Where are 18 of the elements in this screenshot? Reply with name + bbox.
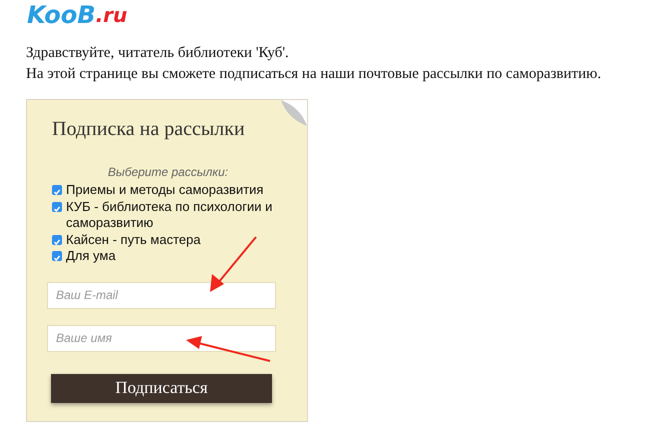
page-curl-icon [281,100,307,126]
checkbox[interactable] [52,234,62,244]
intro-text: Здравствуйте, читатель библиотеки 'Куб'. [26,44,290,63]
option-label: Для ума [66,248,116,264]
subscribe-button[interactable]: Подписаться [51,374,272,402]
option-label: Кайсен - путь мастера [66,232,201,248]
form-title: Подписка на рассылки [52,117,246,142]
checkbox[interactable] [52,202,62,212]
intro-text: На этой странице вы сможете подписаться на наши почтовые рассылки по саморазвитию. [26,65,602,84]
option-label: КУБ - библиотека по психологии и саморазвитию [66,198,274,232]
prompt-text: Выберите рассылки: [106,164,230,180]
logo[interactable]: KooB.ru [27,0,648,30]
annotation-arrow [210,236,257,292]
checkbox[interactable] [52,185,62,195]
input-field[interactable]: Ваш E-mail [47,282,276,308]
checkbox[interactable] [52,251,62,261]
option-label: Приемы и методы саморазвития [66,182,264,198]
input-field[interactable]: Ваше имя [47,324,276,352]
